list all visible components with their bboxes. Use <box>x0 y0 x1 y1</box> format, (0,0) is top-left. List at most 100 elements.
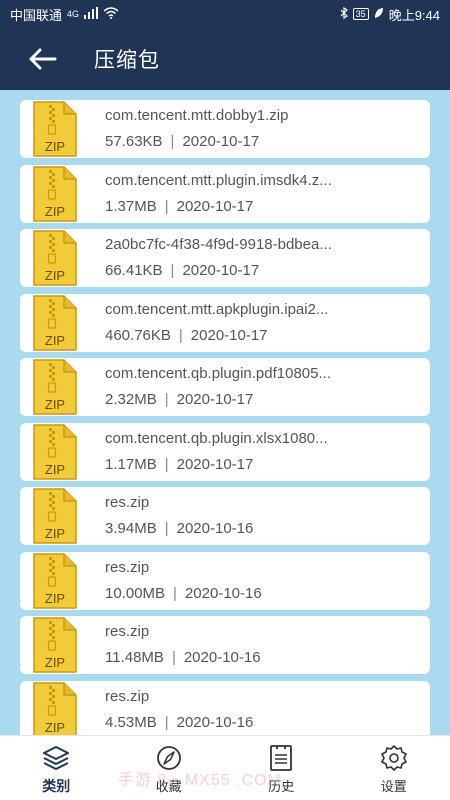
file-name: 2a0bc7fc-4f38-4f9d-9918-bdbea... <box>105 236 332 253</box>
zip-file-icon: ZIP <box>33 101 77 157</box>
svg-text:ZIP: ZIP <box>45 720 65 735</box>
nav-item-history[interactable]: 历史 <box>225 736 338 800</box>
file-date: 2020-10-17 <box>190 326 268 344</box>
file-item[interactable]: ZIP com.tencent.mtt.plugin.imsdk4.z... 1.3… <box>20 164 430 223</box>
file-text: com.tencent.qb.plugin.xlsx1080... 1.17MB |… <box>105 429 328 475</box>
meta-separator: | <box>170 133 175 150</box>
compass-icon <box>156 746 181 770</box>
file-text: com.tencent.qb.plugin.pdf10805... 2.32MB |… <box>105 364 331 410</box>
file-item[interactable]: ZIP res.zip 4.53MB | 2020-10-16 <box>20 680 430 735</box>
nav-item-favorites[interactable]: 收藏 <box>113 736 226 800</box>
zip-file-icon: ZIP <box>33 488 77 544</box>
file-item[interactable]: ZIP res.zip 11.48MB | 2020-10-16 <box>20 616 430 674</box>
file-size: 66.41KB <box>105 262 163 279</box>
file-meta: 1.37MB | 2020-10-17 <box>105 197 332 217</box>
file-date: 2020-10-17 <box>182 133 260 150</box>
file-name: res.zip <box>105 494 150 511</box>
status-right: 35 晚上9:44 <box>340 5 440 24</box>
document-list-icon <box>270 745 293 771</box>
battery-icon: 35 <box>352 8 369 20</box>
file-date: 2020-10-17 <box>176 455 254 473</box>
nav-label-settings: 设置 <box>380 779 407 794</box>
file-name: com.tencent.qb.plugin.xlsx1080... <box>105 429 328 447</box>
svg-text:ZIP: ZIP <box>45 333 65 348</box>
page-title: 压缩包 <box>94 49 160 72</box>
file-item[interactable]: ZIP 2a0bc7fc-4f38-4f9d-9918-bdbea... 66.41… <box>20 229 430 287</box>
file-text: res.zip 3.94MB | 2020-10-16 <box>105 493 253 539</box>
svg-text:ZIP: ZIP <box>45 526 65 541</box>
leaf-icon <box>374 7 384 22</box>
meta-separator: | <box>170 262 175 279</box>
file-item[interactable]: ZIP com.tencent.mtt.apkplugin.ipai2... 460… <box>20 293 430 352</box>
file-name: com.tencent.qb.plugin.pdf10805... <box>105 365 331 382</box>
app-bar: 压缩包 <box>0 28 450 90</box>
nav-item-settings[interactable]: 设置 <box>338 736 450 800</box>
nav-label-category: 类别 <box>42 778 71 794</box>
file-name: com.tencent.mtt.plugin.imsdk4.z... <box>105 171 332 189</box>
svg-text:ZIP: ZIP <box>45 462 65 477</box>
svg-text:ZIP: ZIP <box>45 655 65 670</box>
svg-text:ZIP: ZIP <box>45 204 65 219</box>
file-name: res.zip <box>105 558 150 576</box>
file-meta: 460.76KB | 2020-10-17 <box>105 326 328 346</box>
file-size: 1.17MB <box>105 455 157 473</box>
file-text: res.zip 10.00MB | 2020-10-16 <box>105 558 262 604</box>
file-text: com.tencent.mtt.apkplugin.ipai2... 460.76… <box>105 300 328 346</box>
status-bar: 中国联通 4G 35 晚上9:44 <box>0 0 450 28</box>
file-size: 460.76KB <box>105 326 171 344</box>
nav-item-category[interactable]: 类别 <box>0 736 113 800</box>
file-meta: 4.53MB | 2020-10-16 <box>105 713 253 733</box>
file-size: 3.94MB <box>105 520 157 537</box>
zip-file-icon: ZIP <box>33 617 77 673</box>
nav-label-history: 历史 <box>268 779 295 794</box>
clock-text: 晚上9:44 <box>388 7 440 23</box>
zip-file-icon: ZIP <box>33 552 77 609</box>
svg-text:ZIP: ZIP <box>45 139 65 154</box>
zip-file-icon: ZIP <box>33 165 77 222</box>
file-date: 2020-10-16 <box>176 520 254 537</box>
zip-file-icon: ZIP <box>33 423 77 480</box>
file-item[interactable]: ZIP com.tencent.qb.plugin.pdf10805... 2.32… <box>20 358 430 416</box>
zip-file-icon: ZIP <box>33 681 77 735</box>
meta-separator: | <box>164 713 169 731</box>
file-meta: 3.94MB | 2020-10-16 <box>105 519 253 539</box>
network-type: 4G <box>67 9 80 19</box>
file-list-area[interactable]: ZIP com.tencent.mtt.dobby1.zip 57.63KB | 202… <box>0 90 450 735</box>
back-button[interactable] <box>14 28 70 90</box>
file-list: ZIP com.tencent.mtt.dobby1.zip 57.63KB | 202… <box>0 90 450 735</box>
file-date: 2020-10-17 <box>182 262 260 279</box>
svg-text:ZIP: ZIP <box>45 268 65 283</box>
meta-separator: | <box>164 455 169 473</box>
gear-icon <box>380 745 407 771</box>
file-meta: 11.48MB | 2020-10-16 <box>105 648 261 668</box>
file-text: 2a0bc7fc-4f38-4f9d-9918-bdbea... 66.41KB |… <box>105 235 332 281</box>
svg-text:ZIP: ZIP <box>45 397 65 412</box>
file-date: 2020-10-17 <box>176 391 254 408</box>
file-size: 4.53MB <box>105 713 157 731</box>
file-date: 2020-10-17 <box>176 197 254 215</box>
file-name: com.tencent.mtt.dobby1.zip <box>105 107 289 124</box>
arrow-left-icon <box>29 48 57 70</box>
file-name: com.tencent.mtt.apkplugin.ipai2... <box>105 300 329 318</box>
file-item[interactable]: ZIP com.tencent.mtt.dobby1.zip 57.63KB | 202… <box>20 100 430 158</box>
file-text: com.tencent.mtt.dobby1.zip 57.63KB | 2020-1… <box>105 106 288 152</box>
meta-separator: | <box>178 326 183 344</box>
file-name: res.zip <box>105 687 150 705</box>
file-text: com.tencent.mtt.plugin.imsdk4.z... 1.37MB… <box>105 171 332 217</box>
file-meta: 1.17MB | 2020-10-17 <box>105 455 328 475</box>
file-text: res.zip 4.53MB | 2020-10-16 <box>105 687 253 733</box>
meta-separator: | <box>164 520 169 537</box>
file-size: 2.32MB <box>105 391 157 408</box>
svg-text:ZIP: ZIP <box>45 591 65 606</box>
file-item[interactable]: ZIP res.zip 3.94MB | 2020-10-16 <box>20 487 430 545</box>
zip-file-icon: ZIP <box>33 359 77 415</box>
file-name: res.zip <box>105 623 150 640</box>
file-date: 2020-10-16 <box>176 713 254 731</box>
layers-icon <box>43 746 70 770</box>
file-item[interactable]: ZIP com.tencent.qb.plugin.xlsx1080... 1.17… <box>20 422 430 481</box>
file-item[interactable]: ZIP res.zip 10.00MB | 2020-10-16 <box>20 551 430 610</box>
file-meta: 10.00MB | 2020-10-16 <box>105 584 262 604</box>
file-size: 1.37MB <box>105 197 157 215</box>
meta-separator: | <box>171 649 176 666</box>
meta-separator: | <box>164 197 169 215</box>
